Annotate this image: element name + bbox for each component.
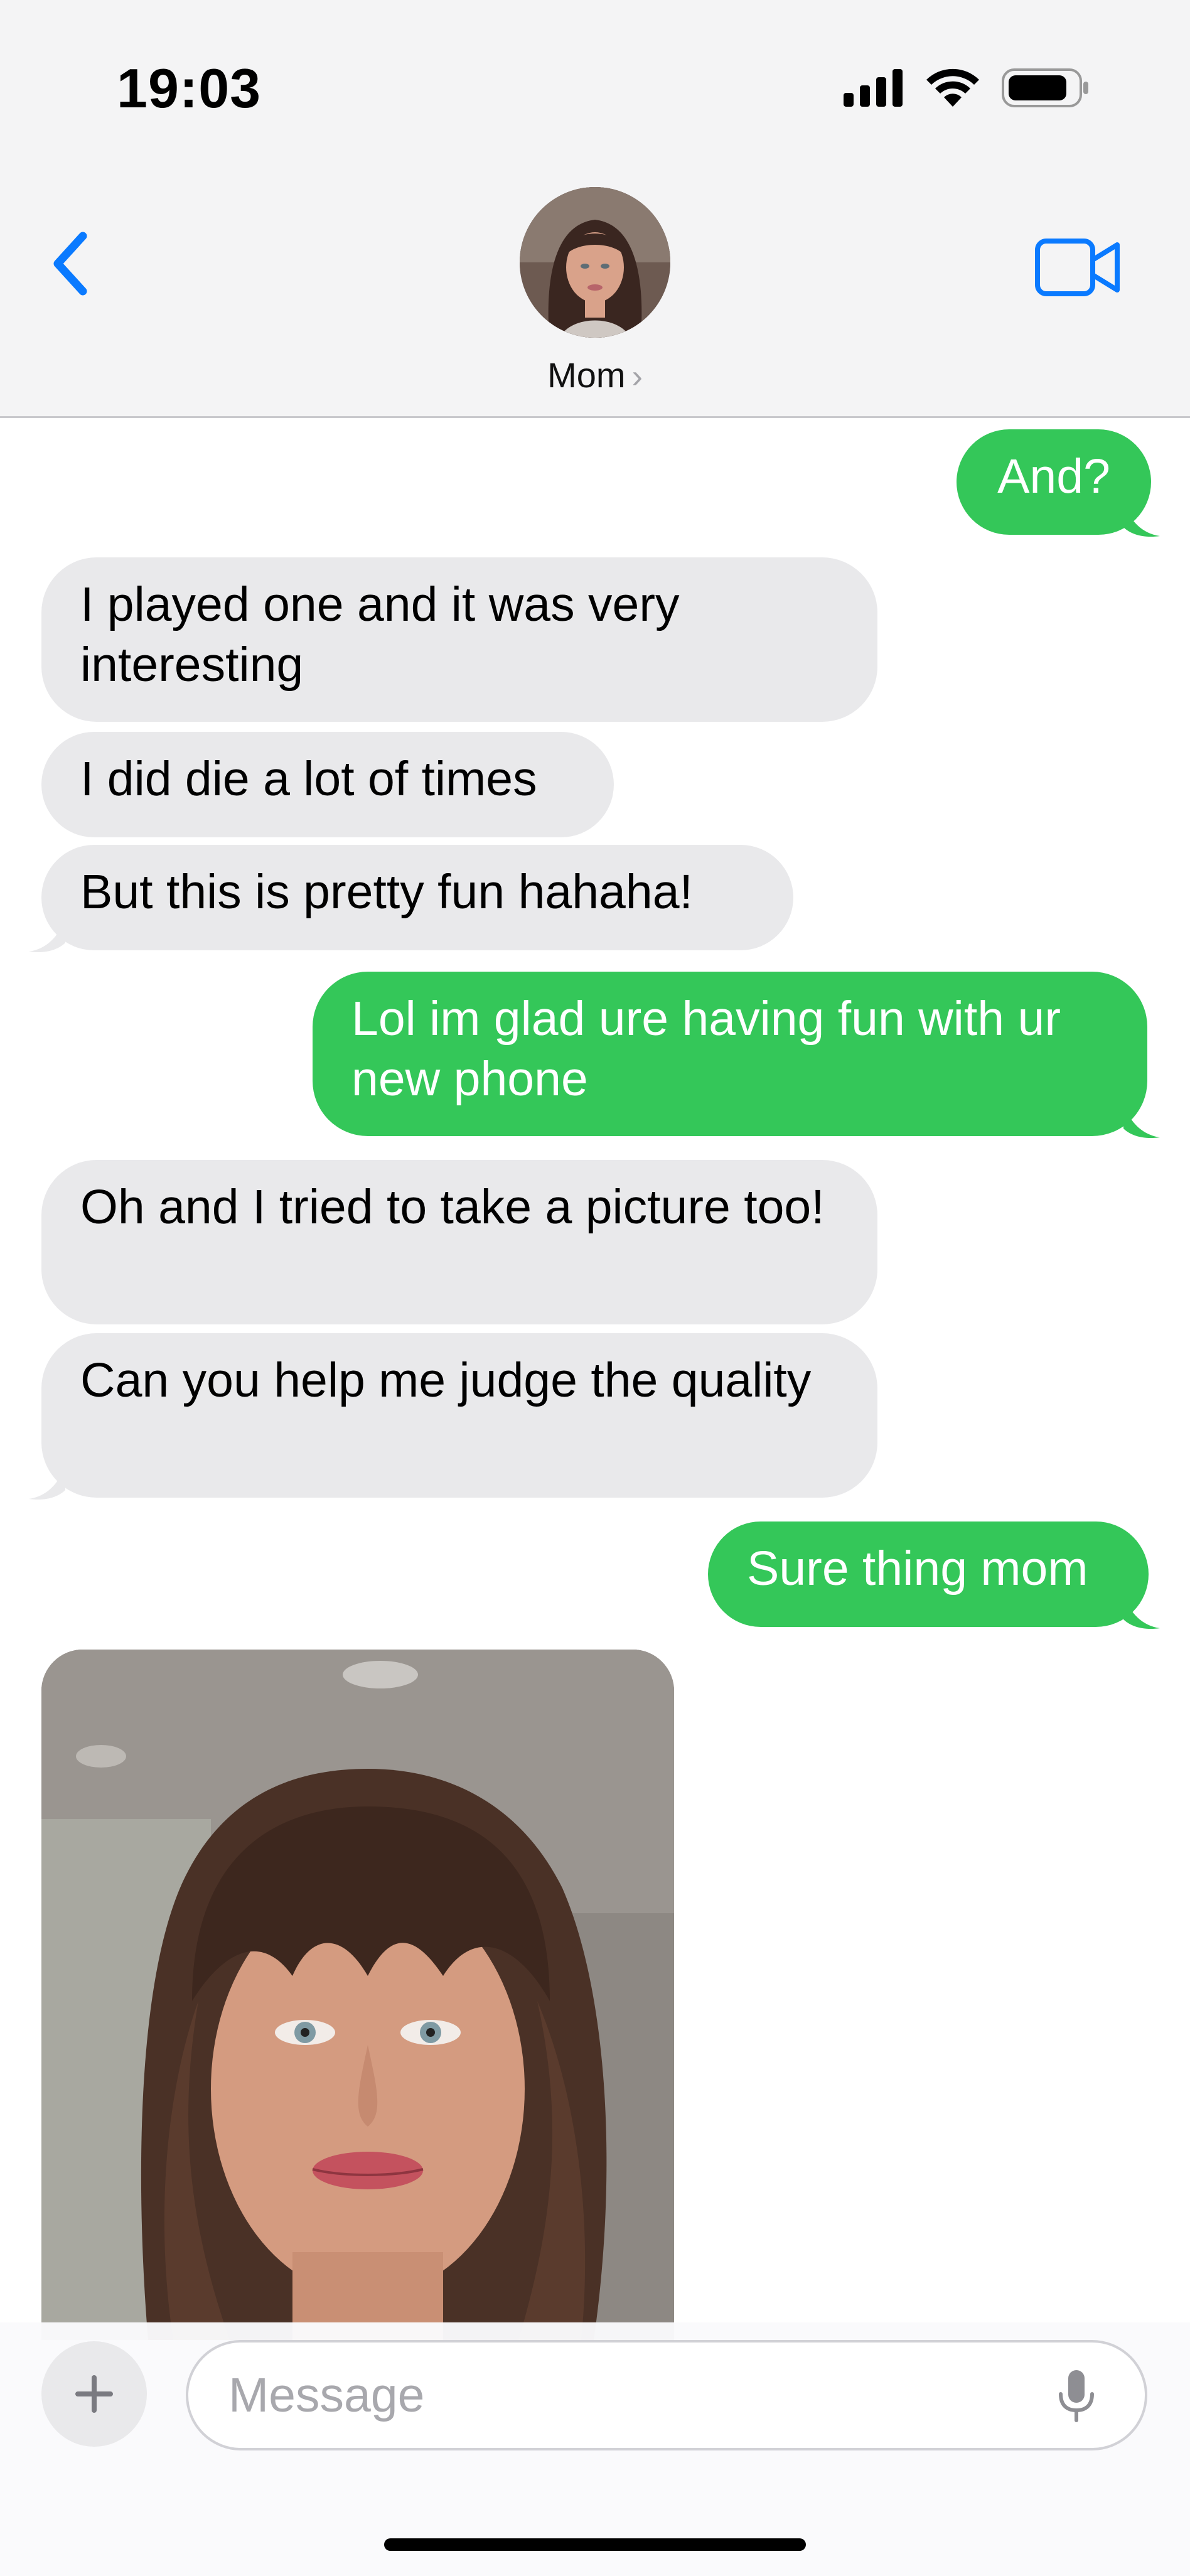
status-icons: [844, 68, 1090, 108]
bubble-tail: [29, 918, 65, 953]
message-text: Oh and I tried to take a picture too!: [80, 1180, 825, 1234]
home-indicator[interactable]: [384, 2538, 806, 2551]
video-call-button[interactable]: [1034, 237, 1122, 298]
message-text: Sure thing mom: [747, 1542, 1088, 1596]
message-bubble-outgoing[interactable]: Lol im glad ure having fun with ur new p…: [313, 972, 1147, 1136]
wifi-icon: [926, 68, 979, 107]
message-text: And?: [997, 449, 1110, 503]
message-text: Lol im glad ure having fun with ur new p…: [351, 992, 1061, 1106]
bubble-tail: [1123, 1594, 1160, 1629]
plus-icon: [75, 2375, 113, 2413]
selfie-photo: [41, 1650, 674, 2340]
bubble-tail: [29, 1465, 65, 1500]
video-camera-icon: [1035, 239, 1120, 296]
chevron-right-icon: ›: [631, 358, 643, 395]
message-text: I played one and it was very interesting: [80, 577, 680, 692]
bubble-tail: [1123, 502, 1160, 537]
message-bubble-incoming[interactable]: I did die a lot of times: [41, 732, 614, 837]
cellular-signal-icon: [844, 69, 903, 107]
chevron-left-icon: [53, 232, 87, 296]
photo-message[interactable]: [41, 1650, 674, 2340]
bubble-tail: [1123, 1103, 1160, 1139]
battery-icon: [1002, 68, 1088, 107]
status-time: 19:03: [117, 57, 262, 119]
message-text: Can you help me judge the quality: [80, 1353, 812, 1407]
dictation-button[interactable]: [1054, 2368, 1098, 2424]
message-text: I did die a lot of times: [80, 752, 537, 806]
message-bubble-incoming[interactable]: I played one and it was very interesting: [41, 557, 877, 722]
apps-plus-button[interactable]: [41, 2341, 147, 2447]
back-button[interactable]: [44, 226, 100, 301]
message-bubble-incoming[interactable]: But this is pretty fun hahaha!: [41, 845, 793, 950]
message-bubble-outgoing[interactable]: And?: [957, 429, 1151, 535]
conversation-header: 19:03 Mom ›: [0, 0, 1190, 418]
message-input[interactable]: [186, 2340, 1147, 2450]
message-bubble-outgoing[interactable]: Sure thing mom: [708, 1521, 1149, 1627]
message-bubble-incoming[interactable]: Can you help me judge the quality: [41, 1333, 877, 1498]
message-text: But this is pretty fun hahaha!: [80, 865, 693, 919]
message-bubble-incoming[interactable]: Oh and I tried to take a picture too!: [41, 1160, 877, 1324]
microphone-icon: [1059, 2370, 1094, 2422]
contact-avatar[interactable]: [520, 187, 670, 338]
contact-name: Mom: [547, 355, 626, 395]
contact-name-button[interactable]: Mom ›: [0, 355, 1190, 395]
